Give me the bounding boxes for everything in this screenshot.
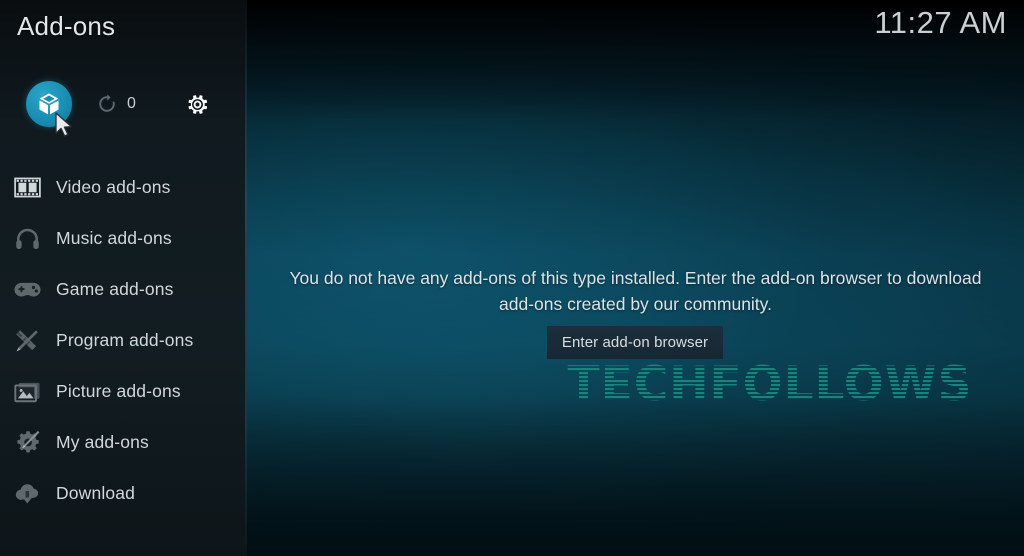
- gamepad-icon: [10, 275, 44, 305]
- sidebar-item-video-addons[interactable]: Video add-ons: [0, 162, 247, 213]
- clock: 11:27 AM: [874, 5, 1007, 40]
- sidebar-item-label: Program add-ons: [56, 330, 194, 350]
- sidebar-item-game-addons[interactable]: Game add-ons: [0, 264, 247, 315]
- cloud-download-icon: [10, 479, 44, 509]
- headphones-icon: [10, 224, 44, 254]
- page-title: Add-ons: [17, 11, 116, 41]
- refresh-icon: [99, 94, 115, 112]
- settings-button[interactable]: [180, 78, 214, 130]
- sidebar-item-label: Music add-ons: [56, 228, 172, 248]
- empty-state-message: You do not have any add-ons of this type…: [289, 268, 982, 314]
- sidebar-item-label: Game add-ons: [56, 279, 174, 299]
- check-updates-button[interactable]: 0: [96, 78, 160, 130]
- enter-addon-browser-button[interactable]: Enter add-on browser: [547, 326, 723, 359]
- film-strip-icon: [10, 173, 44, 203]
- kodi-addons-window: TECHFOLLOWS You do not have any add-ons …: [0, 0, 1024, 556]
- sidebar-item-my-addons[interactable]: My add-ons: [0, 417, 247, 468]
- sidebar-menu: Video add-ons Music add-ons Game add-ons…: [0, 162, 247, 519]
- sidebar-item-music-addons[interactable]: Music add-ons: [0, 213, 247, 264]
- sidebar-item-label: Picture add-ons: [56, 381, 181, 401]
- addon-browser-highlight: [26, 81, 72, 127]
- pencil-ruler-icon: [10, 326, 44, 356]
- update-count: 0: [127, 95, 136, 112]
- sidebar-item-download[interactable]: Download: [0, 468, 247, 519]
- gear-icon: [188, 94, 207, 114]
- sidebar-item-label: Video add-ons: [56, 177, 171, 197]
- sidebar-toolbar: 0: [0, 78, 247, 130]
- main-content: TECHFOLLOWS You do not have any add-ons …: [247, 0, 1024, 556]
- sidebar-item-label: My add-ons: [56, 432, 149, 452]
- sidebar-item-picture-addons[interactable]: Picture add-ons: [0, 366, 247, 417]
- sidebar-item-program-addons[interactable]: Program add-ons: [0, 315, 247, 366]
- photo-icon: [10, 377, 44, 407]
- open-box-icon: [39, 93, 59, 115]
- addon-browser-button[interactable]: [26, 78, 72, 130]
- sidebar-item-label: Download: [56, 483, 136, 503]
- gear-screwdriver-icon: [10, 428, 44, 458]
- techfollows-watermark: TECHFOLLOWS: [545, 360, 995, 412]
